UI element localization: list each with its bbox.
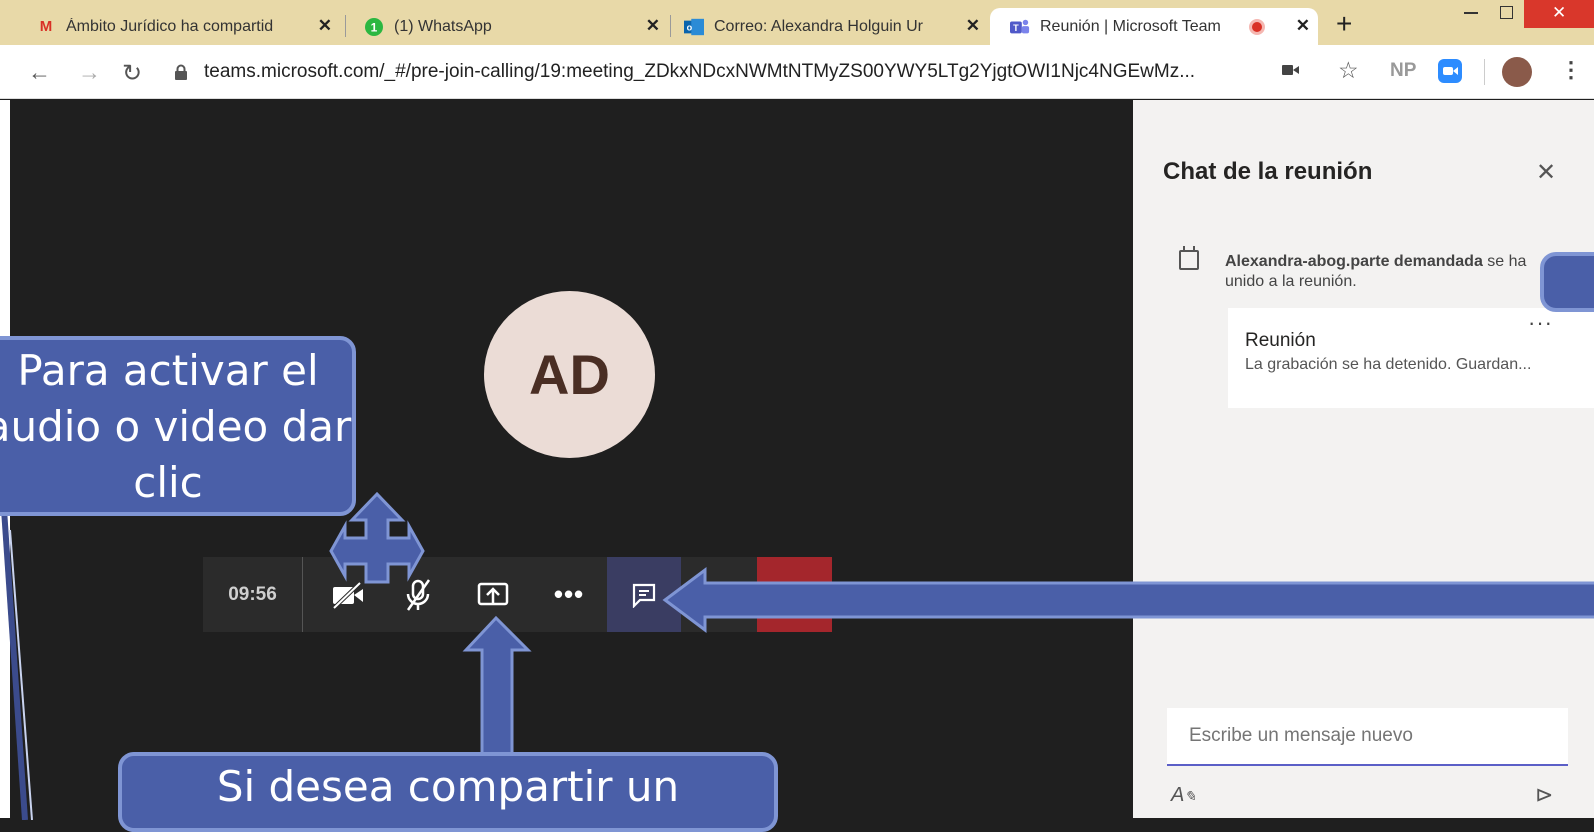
up-arrow	[462, 615, 532, 760]
callout-chat-edge	[1540, 252, 1594, 312]
callout-audio-video: Para activar el audio o video dar clic	[0, 336, 356, 516]
callout-share: Si desea compartir un	[118, 752, 778, 832]
left-arrow	[662, 567, 1594, 633]
